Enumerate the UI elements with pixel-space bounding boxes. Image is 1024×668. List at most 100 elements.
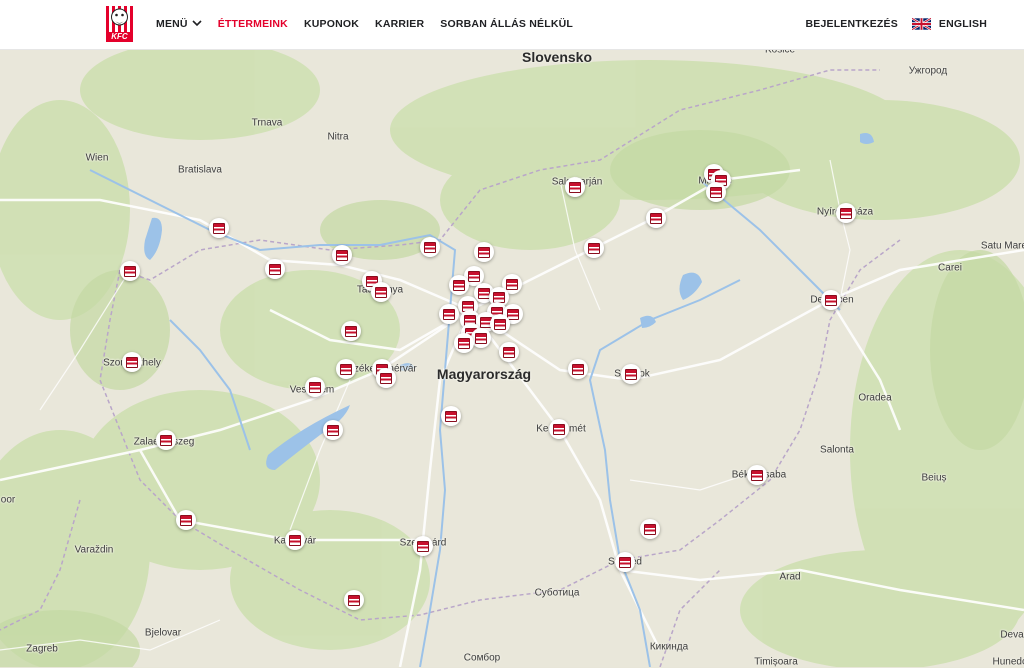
nav-restaurants-label: ÉTTERMEINK — [217, 17, 288, 30]
restaurant-pin[interactable] — [120, 261, 140, 281]
kfc-bucket-icon — [506, 278, 518, 290]
restaurant-pin[interactable] — [449, 275, 469, 295]
kfc-bucket-icon — [340, 363, 352, 375]
nav-restaurants[interactable]: ÉTTERMEINK — [218, 18, 288, 30]
kfc-bucket-icon — [478, 246, 490, 258]
restaurant-pin[interactable] — [156, 430, 176, 450]
nav-career[interactable]: KARRIER — [375, 18, 424, 30]
nav-menu-label: MENÜ — [156, 17, 188, 30]
logo-text: KFC — [111, 32, 128, 41]
restaurant-pin[interactable] — [565, 177, 585, 197]
nav-menu[interactable]: MENÜ — [156, 18, 202, 30]
restaurant-pin[interactable] — [615, 552, 635, 572]
kfc-bucket-icon — [468, 270, 480, 282]
kfc-bucket-icon — [336, 249, 348, 261]
label-carei: Carei — [938, 262, 962, 274]
label-nitra: Nitra — [327, 131, 349, 143]
restaurant-pin[interactable] — [568, 359, 588, 379]
restaurant-pin[interactable] — [341, 321, 361, 341]
restaurant-pin[interactable] — [336, 359, 356, 379]
restaurant-pin[interactable] — [490, 314, 510, 334]
kfc-bucket-icon — [348, 594, 360, 606]
kfc-bucket-icon — [269, 263, 281, 275]
restaurant-pin[interactable] — [640, 519, 660, 539]
label-uzhgorod: Ужгород — [908, 65, 948, 77]
restaurant-pin[interactable] — [285, 530, 305, 550]
restaurant-pin[interactable] — [747, 465, 767, 485]
restaurant-pin[interactable] — [441, 406, 461, 426]
restaurant-pin[interactable] — [621, 364, 641, 384]
label-kikinda: Кикинда — [649, 641, 689, 653]
restaurant-pin[interactable] — [499, 342, 519, 362]
restaurant-pin[interactable] — [549, 419, 569, 439]
restaurant-pin[interactable] — [646, 208, 666, 228]
kfc-bucket-icon — [475, 332, 487, 344]
kfc-bucket-icon — [650, 212, 662, 224]
restaurant-pin[interactable] — [305, 377, 325, 397]
login-link[interactable]: BEJELENTKEZÉS — [805, 18, 897, 30]
nav-no-queue[interactable]: SORBAN ÁLLÁS NÉLKÜL — [440, 18, 573, 30]
kfc-bucket-icon — [375, 286, 387, 298]
restaurant-pin[interactable] — [584, 238, 604, 258]
language-switch[interactable]: ENGLISH — [911, 16, 987, 31]
restaurant-pin[interactable] — [265, 259, 285, 279]
nav-coupons-label: KUPONOK — [303, 17, 360, 30]
kfc-bucket-icon — [458, 337, 470, 349]
language-label: ENGLISH — [938, 17, 987, 30]
kfc-bucket-icon — [443, 308, 455, 320]
restaurant-pin[interactable] — [323, 420, 343, 440]
kfc-bucket-icon — [180, 514, 192, 526]
login-label: BEJELENTKEZÉS — [805, 17, 898, 30]
kfc-bucket-icon — [503, 346, 515, 358]
main-nav: MENÜ ÉTTERMEINK KUPONOK KARRIER SORBAN Á… — [156, 0, 573, 47]
kfc-bucket-icon — [588, 242, 600, 254]
kfc-bucket-icon — [424, 241, 436, 253]
kfc-logo[interactable]: KFC — [104, 5, 135, 42]
kfc-bucket-icon — [453, 279, 465, 291]
nav-coupons[interactable]: KUPONOK — [304, 18, 359, 30]
restaurant-pin[interactable] — [420, 237, 440, 257]
label-varazdin: Varaždin — [74, 544, 114, 556]
restaurant-pin[interactable] — [471, 328, 491, 348]
restaurant-pin[interactable] — [836, 203, 856, 223]
kfc-bucket-icon — [380, 372, 392, 384]
restaurant-pin[interactable] — [439, 304, 459, 324]
label-wien: Wien — [85, 152, 109, 164]
kfc-bucket-icon — [309, 381, 321, 393]
restaurant-pin[interactable] — [474, 242, 494, 262]
label-bjelovar: Bjelovar — [144, 627, 182, 639]
restaurant-pin[interactable] — [376, 368, 396, 388]
kfc-bucket-icon — [445, 410, 457, 422]
label-subotica: Суботица — [534, 587, 580, 599]
kfc-bucket-icon — [160, 434, 172, 446]
restaurant-pin[interactable] — [176, 510, 196, 530]
label-slovensko: Slovensko — [521, 49, 593, 65]
restaurant-pin[interactable] — [344, 590, 364, 610]
label-timisoara: Timișoara — [754, 656, 798, 668]
site-header: KFC MENÜ ÉTTERMEINK KUPONOK KARRIER SORB… — [0, 0, 1024, 50]
label-beius: Beiuș — [921, 472, 947, 484]
kfc-bucket-icon — [507, 308, 519, 320]
restaurant-pin[interactable] — [706, 182, 726, 202]
nav-career-label: KARRIER — [375, 17, 425, 30]
nav-no-queue-label: SORBAN ÁLLÁS NÉLKÜL — [440, 17, 574, 30]
restaurant-pin[interactable] — [454, 333, 474, 353]
restaurant-pin[interactable] — [122, 352, 142, 372]
kfc-bucket-icon — [126, 356, 138, 368]
restaurant-pin[interactable] — [371, 282, 391, 302]
kfc-bucket-icon — [569, 181, 581, 193]
kfc-bucket-icon — [289, 534, 301, 546]
restaurant-pin[interactable] — [413, 536, 433, 556]
label-oor: oor — [0, 494, 16, 506]
restaurant-pin[interactable] — [209, 218, 229, 238]
kfc-bucket-icon — [710, 186, 722, 198]
label-arad: Arad — [779, 571, 801, 583]
kfc-bucket-icon — [327, 424, 339, 436]
label-hunedoara: Hunedo — [992, 656, 1024, 668]
label-zagreb: Zagreb — [26, 643, 58, 655]
kfc-bucket-icon — [825, 294, 837, 306]
chevron-down-icon — [192, 18, 202, 30]
restaurant-pin[interactable] — [332, 245, 352, 265]
restaurant-map[interactable]: Slovensko Magyarország Košice Ужгород Tr… — [0, 45, 1024, 668]
restaurant-pin[interactable] — [821, 290, 841, 310]
